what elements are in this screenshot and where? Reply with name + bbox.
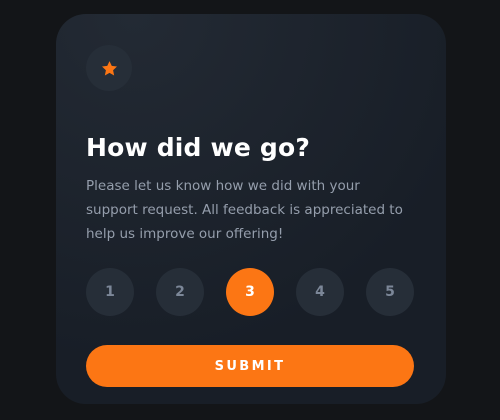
star-icon bbox=[101, 60, 117, 75]
rating-button-5[interactable]: 5 bbox=[366, 268, 414, 316]
rating-options: 1 2 3 4 5 bbox=[86, 268, 414, 316]
star-badge bbox=[86, 45, 132, 91]
card-title: How did we go? bbox=[86, 133, 311, 162]
rating-button-4[interactable]: 4 bbox=[296, 268, 344, 316]
rating-button-2[interactable]: 2 bbox=[156, 268, 204, 316]
rating-button-3[interactable]: 3 bbox=[226, 268, 274, 316]
submit-button[interactable]: SUBMIT bbox=[86, 345, 414, 387]
rating-card: How did we go? Please let us know how we… bbox=[56, 14, 446, 404]
rating-button-1[interactable]: 1 bbox=[86, 268, 134, 316]
card-description: Please let us know how we did with your … bbox=[86, 178, 403, 242]
